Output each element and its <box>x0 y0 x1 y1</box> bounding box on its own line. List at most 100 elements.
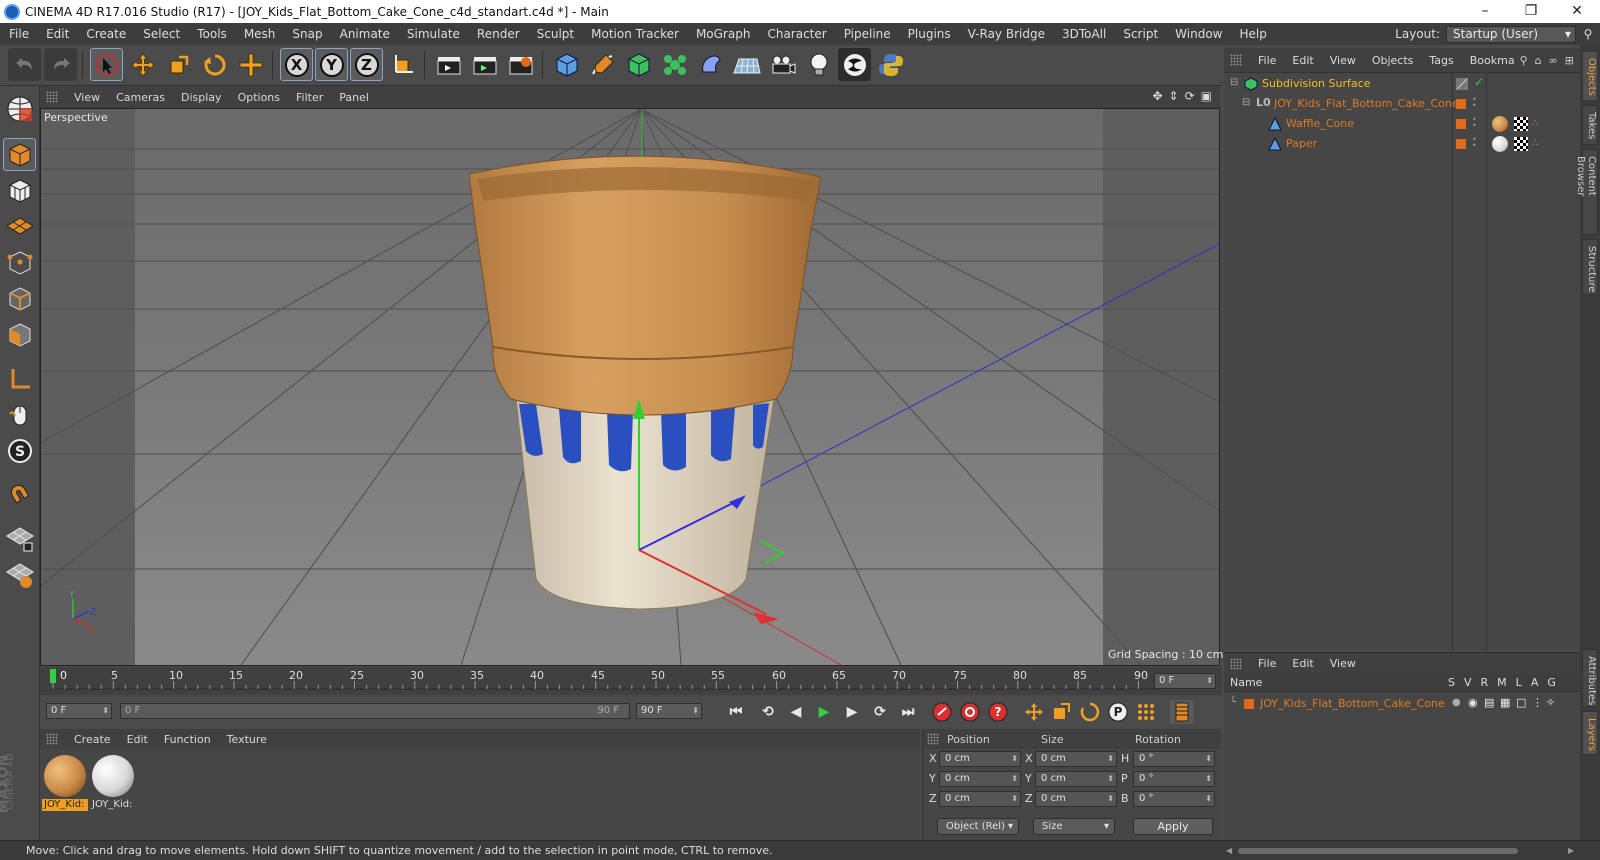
menu-mesh[interactable]: Mesh <box>235 27 284 41</box>
rotation-b-field[interactable]: 0 ° <box>1133 791 1215 807</box>
panel-grip-icon[interactable] <box>46 733 58 745</box>
viewport-menu-options[interactable]: Options <box>230 91 288 104</box>
apply-button[interactable]: Apply <box>1133 818 1213 835</box>
material-tag-icon[interactable] <box>1492 116 1508 132</box>
search-icon[interactable]: ⚲ <box>1576 27 1600 41</box>
record-pla-button[interactable] <box>1134 700 1158 724</box>
collapse-icon[interactable]: ⊟ <box>1242 97 1250 108</box>
col-locked[interactable]: L <box>1516 676 1522 689</box>
selection-tag-icon[interactable]: ∴ <box>1532 118 1544 130</box>
viewport-pan-icon[interactable]: ✥ <box>1152 89 1162 103</box>
previous-key-button[interactable]: ⟲ <box>756 700 780 724</box>
tab-attributes[interactable]: Attributes <box>1582 649 1598 707</box>
timeline-ruler[interactable]: 0 5 10 15 20 25 30 35 40 45 50 55 60 65 … <box>40 667 1222 695</box>
record-rotation-button[interactable] <box>1078 700 1102 724</box>
panel-grip-icon[interactable] <box>927 733 939 745</box>
position-x-field[interactable]: 0 cm <box>939 751 1021 767</box>
add-spline-button[interactable] <box>586 48 619 81</box>
live-selection-button[interactable] <box>90 48 123 81</box>
end-frame-field[interactable]: 90 F <box>636 703 702 719</box>
lock-workplane-button[interactable] <box>3 522 36 555</box>
search-icon[interactable]: ⚲ <box>1520 54 1528 67</box>
scale-tool-button[interactable] <box>162 48 195 81</box>
uvw-tag-icon[interactable] <box>1514 137 1528 151</box>
render-settings-button[interactable] <box>504 48 537 81</box>
position-y-field[interactable]: 0 cm <box>939 771 1021 787</box>
new-panel-icon[interactable]: ⊞ <box>1565 54 1574 67</box>
viewport-maximize-icon[interactable]: ▣ <box>1201 89 1212 103</box>
snap-button[interactable] <box>3 478 36 511</box>
col-render[interactable]: R <box>1481 676 1489 689</box>
solo-dot-icon[interactable]: ● <box>1452 697 1461 708</box>
material-swatch[interactable]: JOY_Kid: <box>42 753 88 811</box>
size-x-field[interactable]: 0 cm <box>1035 751 1117 767</box>
make-editable-button[interactable] <box>3 92 36 125</box>
menu-sculpt[interactable]: Sculpt <box>528 27 582 41</box>
add-generator-button[interactable] <box>622 48 655 81</box>
coordinate-mode-dropdown[interactable]: Object (Rel) <box>937 818 1019 835</box>
edges-mode-button[interactable] <box>3 282 36 315</box>
planar-workplane-button[interactable] <box>3 558 36 591</box>
animation-icon[interactable]: ⋮ <box>1532 696 1543 709</box>
menu-vray-bridge[interactable]: V-Ray Bridge <box>959 27 1053 41</box>
enable-axis-button[interactable] <box>3 362 36 395</box>
add-deformer-button[interactable] <box>694 48 727 81</box>
z-axis-lock-button[interactable]: Z <box>350 48 383 81</box>
keyframe-selection-button[interactable]: ? <box>986 700 1010 724</box>
scroll-right-icon[interactable]: ▶ <box>1568 847 1576 855</box>
playhead[interactable] <box>50 669 56 683</box>
objects-menu-objects[interactable]: Objects <box>1364 54 1422 67</box>
material-menu-edit[interactable]: Edit <box>119 733 156 746</box>
menu-script[interactable]: Script <box>1114 27 1166 41</box>
panel-grip-icon[interactable] <box>46 91 58 103</box>
col-manager[interactable]: M <box>1497 676 1507 689</box>
viewport-perspective[interactable]: Y Z X <box>40 108 1220 666</box>
previous-frame-button[interactable]: ◀ <box>784 700 808 724</box>
menu-character[interactable]: Character <box>758 27 834 41</box>
material-menu-function[interactable]: Function <box>156 733 219 746</box>
menu-help[interactable]: Help <box>1230 27 1274 41</box>
generator-icon[interactable]: ✧ <box>1546 696 1555 709</box>
texture-mode-button[interactable] <box>3 174 36 207</box>
uvw-tag-icon[interactable] <box>1514 117 1528 131</box>
home-icon[interactable]: ⌂ <box>1535 54 1542 67</box>
workplane-mode-button[interactable] <box>3 210 36 243</box>
col-visible[interactable]: V <box>1464 676 1472 689</box>
maximize-button[interactable]: ❐ <box>1508 0 1554 23</box>
layer-color-icon[interactable] <box>1244 699 1254 709</box>
viewport-menu-cameras[interactable]: Cameras <box>108 91 173 104</box>
viewport-menu-display[interactable]: Display <box>173 91 230 104</box>
render-clapper-icon[interactable]: ▤ <box>1484 696 1494 709</box>
link-icon[interactable]: ∞ <box>1549 54 1558 67</box>
selection-tag-icon[interactable]: ∴ <box>1532 138 1544 150</box>
add-camera-button[interactable] <box>766 48 799 81</box>
record-active-button[interactable] <box>930 700 954 724</box>
rotate-tool-button[interactable] <box>198 48 231 81</box>
record-parameter-button[interactable]: P <box>1106 700 1130 724</box>
next-frame-button[interactable]: ▶ <box>840 700 864 724</box>
vray-button[interactable] <box>838 48 871 81</box>
next-key-button[interactable]: ⟳ <box>868 700 892 724</box>
size-z-field[interactable]: 0 cm <box>1035 791 1117 807</box>
viewport-orbit-icon[interactable]: ⟳ <box>1185 89 1195 103</box>
objects-menu-file[interactable]: File <box>1250 54 1284 67</box>
menu-mograph[interactable]: MoGraph <box>687 27 759 41</box>
panel-grip-icon[interactable] <box>1230 657 1242 670</box>
tab-objects[interactable]: Objects <box>1582 51 1598 101</box>
layers-menu-view[interactable]: View <box>1322 657 1364 670</box>
tab-layers[interactable]: Layers <box>1582 711 1598 755</box>
menu-file[interactable]: File <box>0 27 37 41</box>
timeline-button[interactable] <box>1170 700 1194 724</box>
menu-animate[interactable]: Animate <box>331 27 398 41</box>
object-row-paper[interactable]: Paper • • ∴ <box>1224 134 1580 154</box>
model-mode-button[interactable] <box>3 138 36 171</box>
material-menu-create[interactable]: Create <box>66 733 119 746</box>
object-row-subdivision[interactable]: ⊟ Subdivision Surface ✓ <box>1224 74 1580 94</box>
go-to-start-button[interactable]: ⏮ <box>724 700 748 724</box>
autokey-button[interactable] <box>958 700 982 724</box>
current-frame-field[interactable]: 0 F <box>1154 673 1216 689</box>
layout-dropdown[interactable]: Startup (User) <box>1446 25 1576 43</box>
visibility-dots-icon[interactable]: • • <box>1472 116 1477 131</box>
record-scale-button[interactable] <box>1050 700 1074 724</box>
size-mode-dropdown[interactable]: Size <box>1033 818 1115 835</box>
